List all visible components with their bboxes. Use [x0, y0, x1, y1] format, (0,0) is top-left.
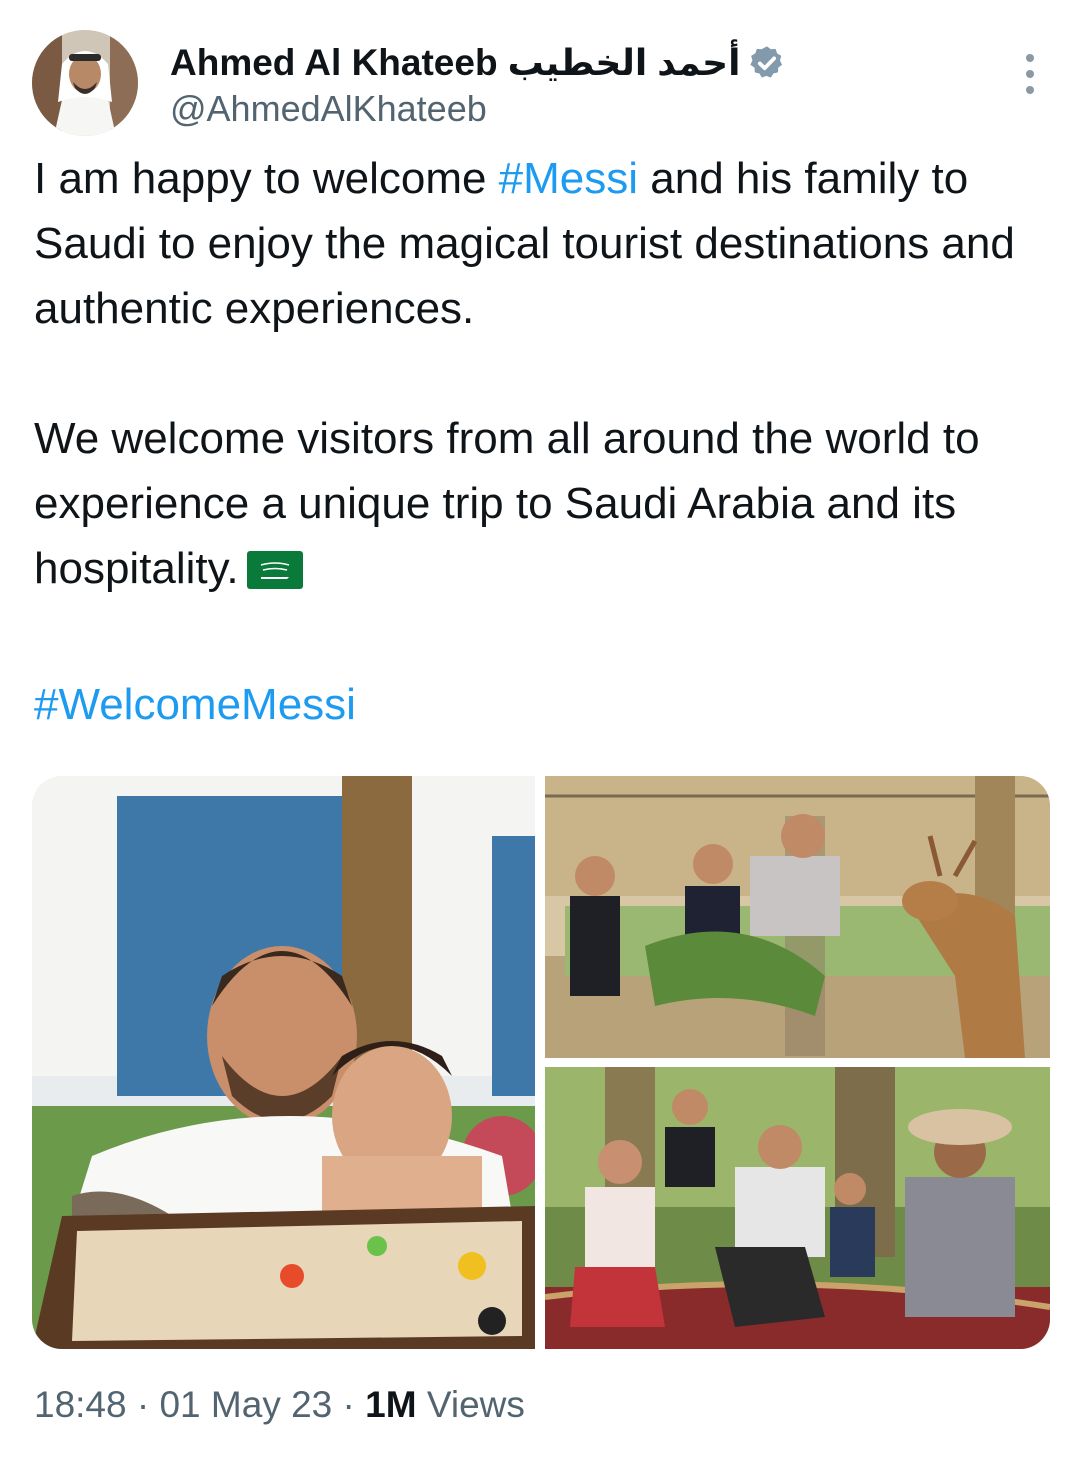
views-label: Views: [416, 1384, 525, 1425]
author-handle[interactable]: @AhmedAlKhateeb: [170, 88, 487, 130]
meta-separator: ·: [126, 1384, 160, 1425]
author-name-row[interactable]: Ahmed Al Khateeb أحمد الخطيب: [170, 38, 786, 88]
meta-separator: ·: [332, 1384, 366, 1425]
photo-deer-feeding[interactable]: [545, 776, 1050, 1058]
saudi-flag-emoji-icon: [246, 542, 303, 607]
author-avatar[interactable]: [32, 30, 138, 136]
author-display-name-arabic[interactable]: أحمد الخطيب: [508, 42, 741, 84]
tweet-date[interactable]: 01 May 23: [159, 1384, 332, 1425]
tweet-text: I am happy to welcome #Messi and his fam…: [34, 146, 1044, 737]
verified-badge-icon: [748, 44, 786, 82]
tweet-paragraph-2: We welcome visitors from all around the …: [34, 406, 1044, 607]
author-display-name[interactable]: Ahmed Al Khateeb: [170, 42, 498, 84]
more-dot: [1026, 70, 1034, 78]
hashtag-welcomemessi-link[interactable]: #WelcomeMessi: [34, 680, 356, 729]
more-dot: [1026, 54, 1034, 62]
tweet-time[interactable]: 18:48: [34, 1384, 127, 1425]
tweet-paragraph-1: I am happy to welcome #Messi and his fam…: [34, 146, 1044, 341]
more-dot: [1026, 86, 1034, 94]
hashtag-messi-link[interactable]: #Messi: [499, 154, 638, 203]
more-options-icon[interactable]: [1024, 54, 1036, 94]
photo-family-picnic[interactable]: [545, 1067, 1050, 1349]
tweet-text-segment: I am happy to welcome: [34, 154, 499, 203]
tweet-meta: 18:48 · 01 May 23 · 1M Views: [34, 1384, 525, 1426]
media-grid: [32, 776, 1050, 1349]
tweet-text-segment: We welcome visitors from all around the …: [34, 414, 980, 593]
photo-carrom-board[interactable]: [32, 776, 535, 1349]
views-count[interactable]: 1M: [365, 1384, 416, 1425]
